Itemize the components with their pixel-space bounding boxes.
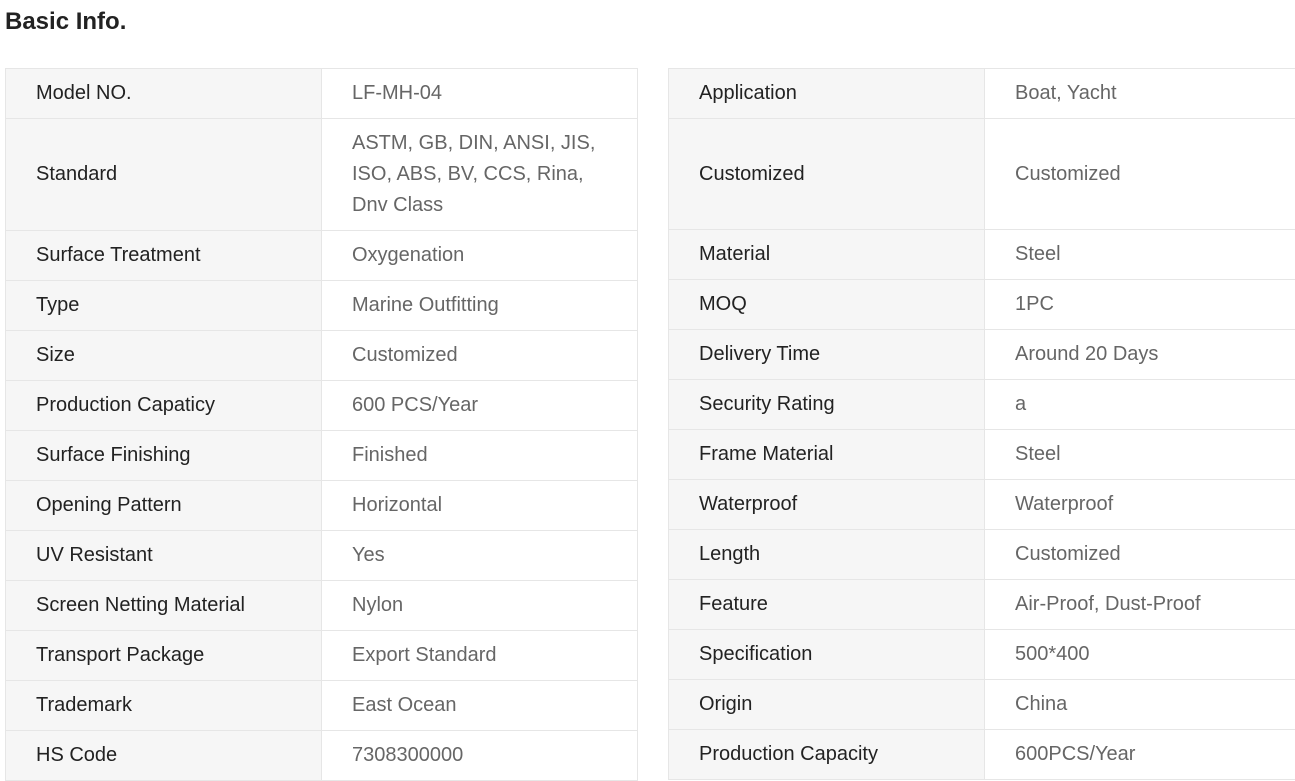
table-row: Material Steel [669, 230, 1295, 280]
table-row: Surface Treatment Oxygenation [6, 231, 638, 281]
basic-info-table-left: Model NO. LF-MH-04 Standard ASTM, GB, DI… [5, 68, 638, 781]
spec-label: Standard [6, 119, 322, 231]
spec-label: Screen Netting Material [6, 581, 322, 631]
spec-label: Feature [669, 580, 985, 630]
spec-value: Waterproof [985, 480, 1295, 530]
table-row: Frame Material Steel [669, 430, 1295, 480]
spec-label: Material [669, 230, 985, 280]
spec-label: UV Resistant [6, 531, 322, 581]
spec-label: Production Capaticy [6, 381, 322, 431]
spec-value: 7308300000 [322, 731, 638, 781]
spec-label: MOQ [669, 280, 985, 330]
table-row: Standard ASTM, GB, DIN, ANSI, JIS, ISO, … [6, 119, 638, 231]
spec-value: Customized [322, 331, 638, 381]
table-row: Origin China [669, 680, 1295, 730]
spec-value: Customized [985, 119, 1295, 230]
spec-label: Length [669, 530, 985, 580]
table-row: Model NO. LF-MH-04 [6, 69, 638, 119]
table-row: Transport Package Export Standard [6, 631, 638, 681]
table-row: Feature Air-Proof, Dust-Proof [669, 580, 1295, 630]
spec-value: 1PC [985, 280, 1295, 330]
spec-value: 600PCS/Year [985, 730, 1295, 780]
spec-label: Application [669, 69, 985, 119]
spec-value: Horizontal [322, 481, 638, 531]
table-row: Production Capacity 600PCS/Year [669, 730, 1295, 780]
table-row: Length Customized [669, 530, 1295, 580]
basic-info-table-right: Application Boat, Yacht Customized Custo… [668, 68, 1295, 780]
spec-label: Trademark [6, 681, 322, 731]
spec-value: Yes [322, 531, 638, 581]
table-row: Waterproof Waterproof [669, 480, 1295, 530]
spec-value: a [985, 380, 1295, 430]
spec-label: Security Rating [669, 380, 985, 430]
spec-label: HS Code [6, 731, 322, 781]
table-row: HS Code 7308300000 [6, 731, 638, 781]
spec-label: Transport Package [6, 631, 322, 681]
table-row: Production Capaticy 600 PCS/Year [6, 381, 638, 431]
spec-value: 600 PCS/Year [322, 381, 638, 431]
spec-value: Steel [985, 230, 1295, 280]
spec-value: Around 20 Days [985, 330, 1295, 380]
spec-label: Frame Material [669, 430, 985, 480]
spec-value: 500*400 [985, 630, 1295, 680]
spec-value: East Ocean [322, 681, 638, 731]
spec-value: Nylon [322, 581, 638, 631]
spec-label: Customized [669, 119, 985, 230]
spec-label: Specification [669, 630, 985, 680]
spec-value: Export Standard [322, 631, 638, 681]
spec-label: Origin [669, 680, 985, 730]
table-row: UV Resistant Yes [6, 531, 638, 581]
table-row: Surface Finishing Finished [6, 431, 638, 481]
spec-value: ASTM, GB, DIN, ANSI, JIS, ISO, ABS, BV, … [322, 119, 638, 231]
table-row: Application Boat, Yacht [669, 69, 1295, 119]
table-row: Type Marine Outfitting [6, 281, 638, 331]
spec-value: Customized [985, 530, 1295, 580]
spec-label: Model NO. [6, 69, 322, 119]
table-row: Size Customized [6, 331, 638, 381]
spec-value: Air-Proof, Dust-Proof [985, 580, 1295, 630]
section-title: Basic Info. [5, 8, 126, 36]
table-row: Screen Netting Material Nylon [6, 581, 638, 631]
spec-value: Boat, Yacht [985, 69, 1295, 119]
spec-value: Steel [985, 430, 1295, 480]
spec-label: Size [6, 331, 322, 381]
spec-value: Oxygenation [322, 231, 638, 281]
table-row: MOQ 1PC [669, 280, 1295, 330]
spec-label: Surface Finishing [6, 431, 322, 481]
table-row: Security Rating a [669, 380, 1295, 430]
table-row: Specification 500*400 [669, 630, 1295, 680]
spec-value: Finished [322, 431, 638, 481]
table-row: Delivery Time Around 20 Days [669, 330, 1295, 380]
spec-label: Waterproof [669, 480, 985, 530]
table-row: Customized Customized [669, 119, 1295, 230]
spec-label: Production Capacity [669, 730, 985, 780]
table-row: Opening Pattern Horizontal [6, 481, 638, 531]
spec-value: LF-MH-04 [322, 69, 638, 119]
spec-label: Opening Pattern [6, 481, 322, 531]
spec-label: Type [6, 281, 322, 331]
spec-label: Delivery Time [669, 330, 985, 380]
spec-label: Surface Treatment [6, 231, 322, 281]
table-row: Trademark East Ocean [6, 681, 638, 731]
spec-value: Marine Outfitting [322, 281, 638, 331]
spec-value: China [985, 680, 1295, 730]
